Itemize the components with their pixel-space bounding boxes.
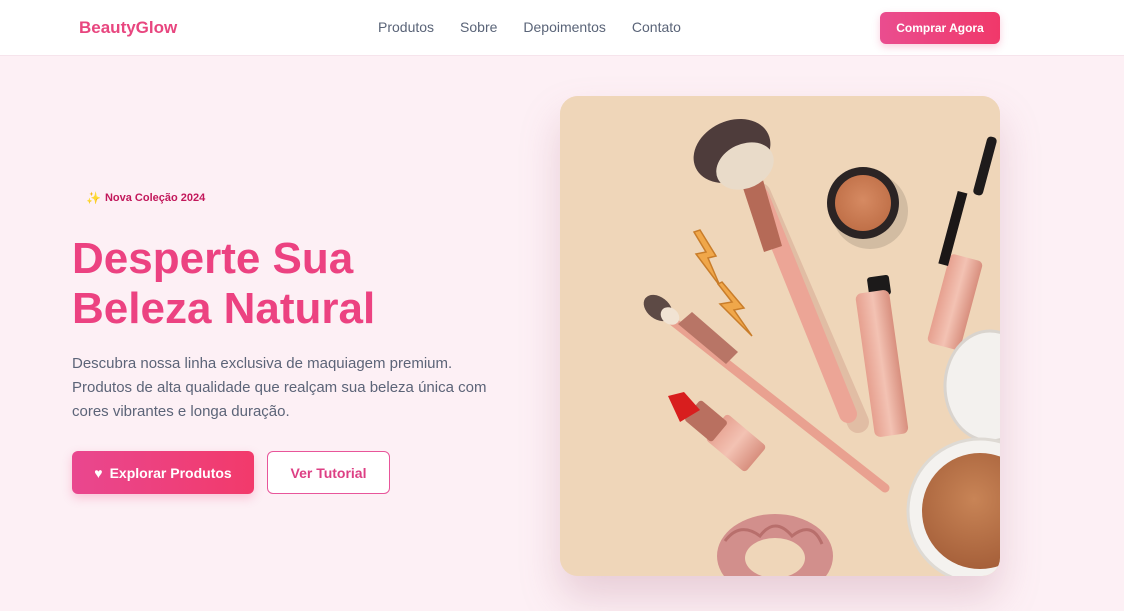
hero-title-line-2: Beleza Natural xyxy=(72,284,376,333)
badge-label: Nova Coleção 2024 xyxy=(104,192,206,204)
explore-products-label: Explorar Produtos xyxy=(109,464,232,481)
hero-description: Descubra nossa linha exclusiva de maquia… xyxy=(72,352,512,424)
sparkle-icon: ✨ xyxy=(86,191,101,205)
nav-link-sobre[interactable]: Sobre xyxy=(460,19,497,35)
hero-description-line-1: Descubra nossa linha exclusiva de maquia… xyxy=(72,355,453,372)
hero-title-line-1: Desperte Sua xyxy=(72,234,354,283)
nav-link-contato[interactable]: Contato xyxy=(632,19,681,35)
hero-description-line-3: cores vibrantes e longa duração. xyxy=(72,403,290,420)
explore-products-button[interactable]: ♥ Explorar Produtos xyxy=(72,451,254,494)
nav-link-depoimentos[interactable]: Depoimentos xyxy=(523,19,606,35)
buy-now-button[interactable]: Comprar Agora xyxy=(880,12,1000,44)
brand-logo[interactable]: BeautyGlow xyxy=(79,18,177,38)
nav-link-produtos[interactable]: Produtos xyxy=(378,19,434,35)
new-collection-badge: ✨ Nova Coleção 2024 xyxy=(86,191,205,205)
hero-image-makeup-products xyxy=(560,96,1000,576)
site-header: BeautyGlow Produtos Sobre Depoimentos Co… xyxy=(0,0,1124,56)
hero-title: Desperte Sua Beleza Natural xyxy=(72,234,532,334)
hero-description-line-2: Produtos de alta qualidade que realçam s… xyxy=(72,379,487,396)
view-tutorial-button[interactable]: Ver Tutorial xyxy=(267,451,390,494)
heart-icon: ♥ xyxy=(94,464,103,481)
main-nav: Produtos Sobre Depoimentos Contato xyxy=(378,19,707,35)
